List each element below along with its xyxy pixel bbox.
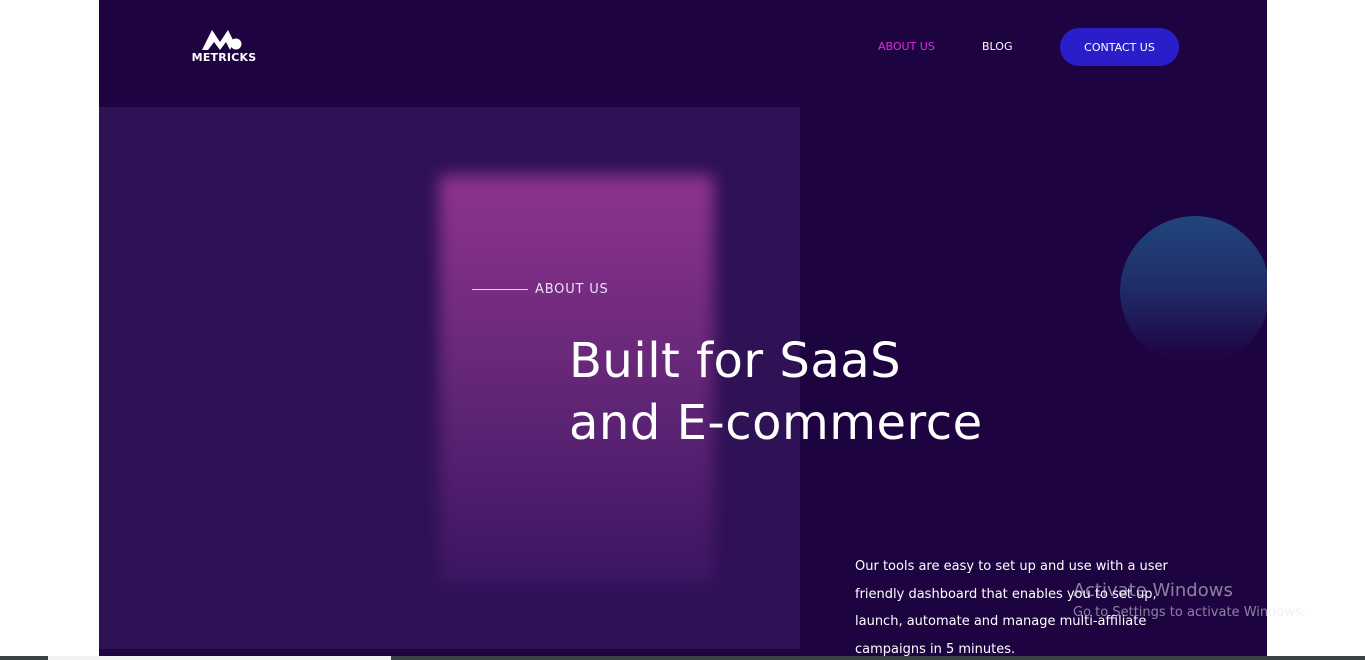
metricks-m-icon — [202, 30, 242, 50]
eyebrow-label: ABOUT US — [535, 282, 609, 297]
brand-name: METRICKS — [191, 51, 257, 64]
site-header: METRICKS ABOUT US BLOG CONTACT US — [99, 0, 1267, 107]
scrollbar-thumb[interactable] — [48, 656, 391, 660]
headline-line-2: and E-commerce — [569, 395, 983, 451]
section-eyebrow: ABOUT US — [472, 282, 609, 297]
page: METRICKS ABOUT US BLOG CONTACT US ABOUT … — [99, 0, 1267, 660]
hero-headline: Built for SaaS and E-commerce — [569, 330, 983, 454]
brand-logo[interactable]: METRICKS — [190, 28, 258, 66]
nav-blog[interactable]: BLOG — [982, 40, 1012, 53]
decorative-circle — [1120, 216, 1267, 366]
eyebrow-divider — [472, 289, 528, 290]
horizontal-scrollbar[interactable] — [0, 656, 1365, 660]
contact-us-button[interactable]: CONTACT US — [1060, 28, 1179, 66]
headline-line-1: Built for SaaS — [569, 333, 902, 389]
nav-about-us[interactable]: ABOUT US — [878, 40, 935, 53]
hero-description: Our tools are easy to set up and use wit… — [855, 559, 1168, 657]
